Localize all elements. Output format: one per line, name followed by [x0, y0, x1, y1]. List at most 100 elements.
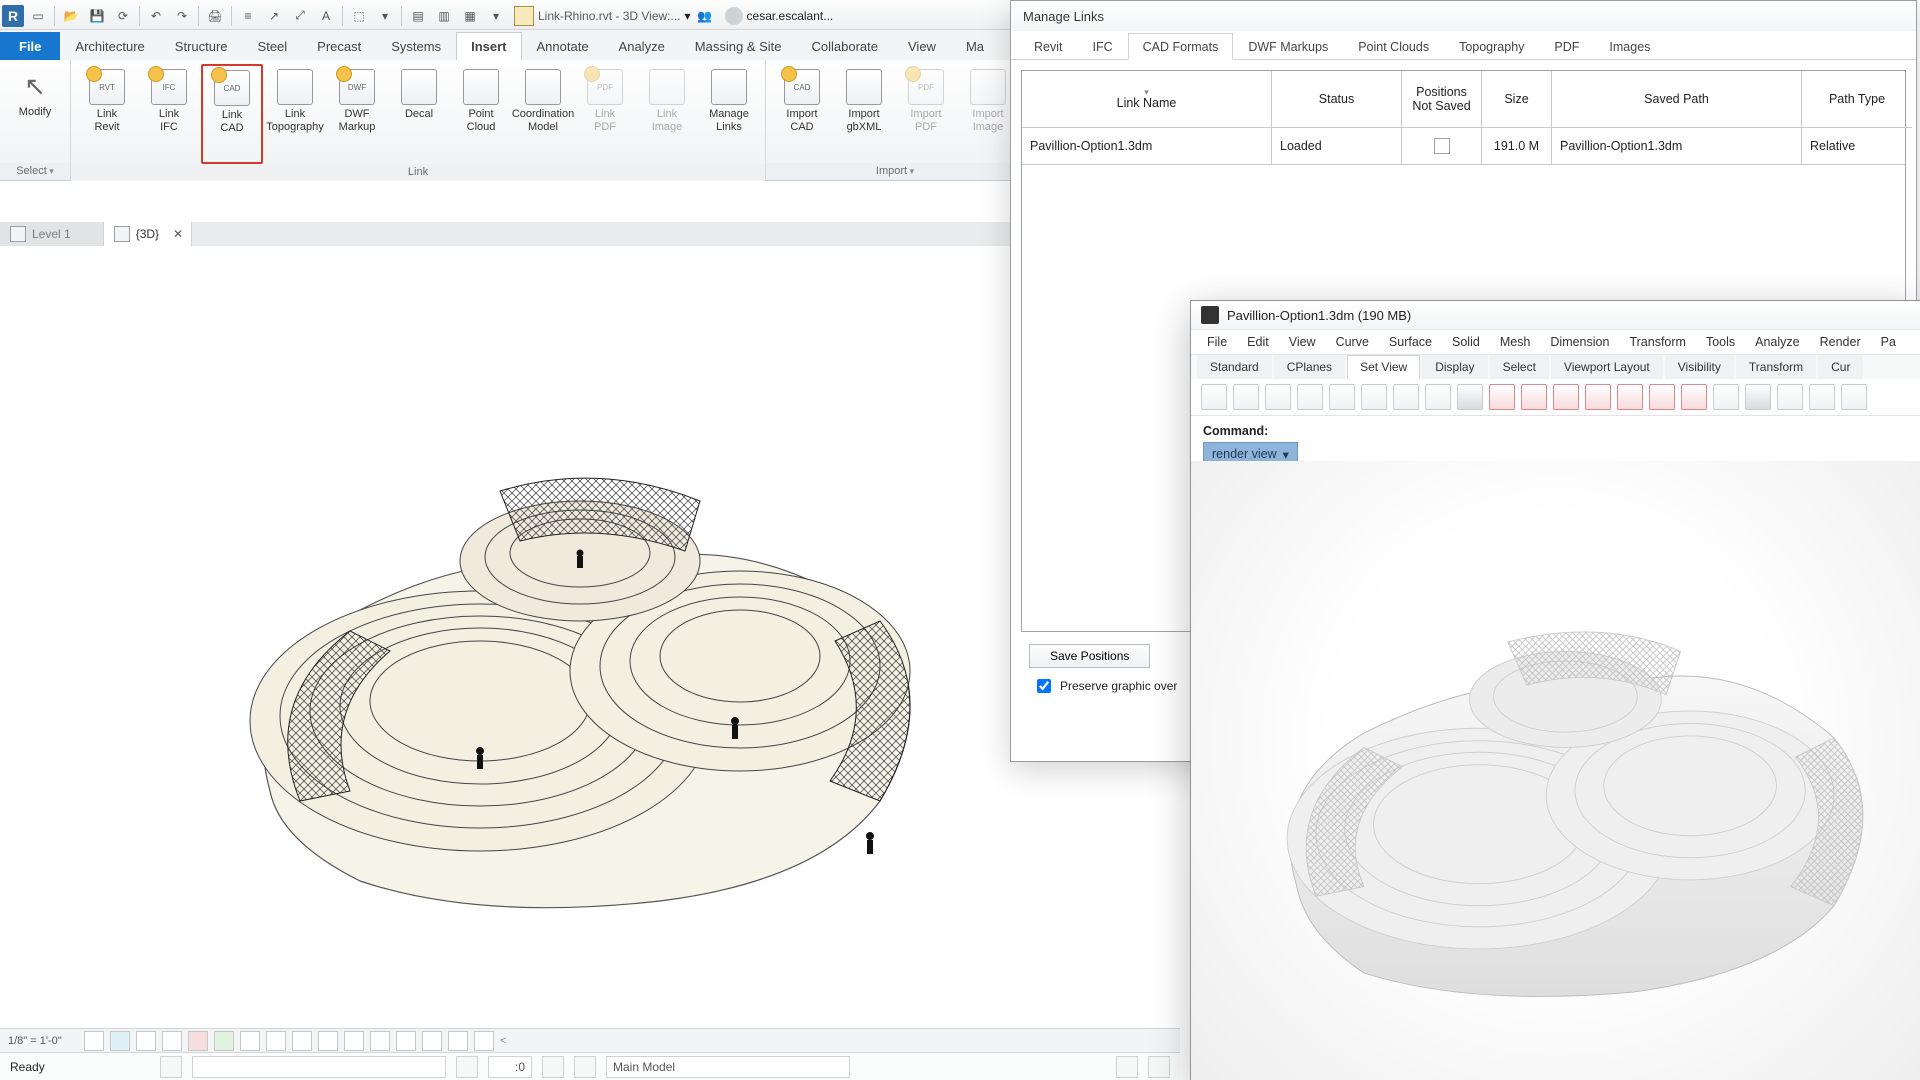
qat-3d-icon[interactable]: ⬚ [347, 4, 371, 28]
set-view-back-icon[interactable] [1649, 384, 1675, 410]
status-editreq-icon[interactable] [456, 1056, 478, 1078]
tab-collaborate[interactable]: Collaborate [797, 32, 894, 60]
link-topo-button[interactable]: LinkTopography [265, 64, 325, 162]
status-designopt-icon[interactable] [574, 1056, 596, 1078]
coord-model-button[interactable]: CoordinationModel [513, 64, 573, 162]
vcb-temp-icon[interactable] [292, 1031, 312, 1051]
zoom-window-icon[interactable] [1297, 384, 1323, 410]
tab-precast[interactable]: Precast [302, 32, 376, 60]
table-row[interactable]: Pavillion-Option1.3dm Loaded 191.0 M Pav… [1022, 128, 1905, 165]
rhino-titlebar[interactable]: Pavillion-Option1.3dm (190 MB) [1191, 301, 1920, 329]
grid-icon[interactable] [1841, 384, 1867, 410]
view-3d-canvas[interactable] [0, 246, 1180, 1016]
menu-surface[interactable]: Surface [1381, 335, 1440, 349]
status-combo-1[interactable] [192, 1056, 446, 1078]
vcb-unhidden-icon[interactable] [266, 1031, 286, 1051]
vcb-clip2-icon[interactable] [422, 1031, 442, 1051]
tbtab-cplanes[interactable]: CPlanes [1274, 355, 1345, 379]
qat-measure-icon[interactable]: ≡ [236, 4, 260, 28]
import-cad-button[interactable]: CADImportCAD [772, 64, 832, 162]
close-tab-icon[interactable]: ✕ [173, 227, 183, 241]
tbtab-display[interactable]: Display [1422, 355, 1487, 379]
ml-tab-topo[interactable]: Topography [1444, 33, 1539, 59]
qat-open-icon[interactable]: 📂 [59, 4, 83, 28]
menu-view[interactable]: View [1281, 335, 1324, 349]
menu-render[interactable]: Render [1812, 335, 1869, 349]
col-path-type[interactable]: Path Type [1802, 71, 1912, 128]
qat-section-icon[interactable]: ▤ [406, 4, 430, 28]
tab-view[interactable]: View [893, 32, 951, 60]
qat-close-icon[interactable]: ▦ [458, 4, 482, 28]
vcb-clip1-icon[interactable] [396, 1031, 416, 1051]
doctab-level1[interactable]: Level 1 [0, 222, 104, 246]
qat-worksharing-icon[interactable]: 👥 [693, 4, 717, 28]
vcb-shadows-icon[interactable] [162, 1031, 182, 1051]
redo-view-icon[interactable] [1425, 384, 1451, 410]
status-main-model[interactable]: Main Model [606, 1056, 850, 1078]
chevron-down-icon[interactable]: ▾ [1283, 447, 1289, 462]
menu-analyze[interactable]: Analyze [1747, 335, 1807, 349]
camera-icon[interactable] [1745, 384, 1771, 410]
rotate-view-icon[interactable] [1233, 384, 1259, 410]
cell-positions[interactable] [1402, 128, 1482, 165]
ml-tab-pdf[interactable]: PDF [1539, 33, 1594, 59]
tab-architecture[interactable]: Architecture [60, 32, 159, 60]
status-sel2-icon[interactable] [1148, 1056, 1170, 1078]
undo-view-icon[interactable] [1393, 384, 1419, 410]
qat-save-icon[interactable]: 💾 [85, 4, 109, 28]
vcb-detail-icon[interactable] [84, 1031, 104, 1051]
zoom-sel-icon[interactable] [1361, 384, 1387, 410]
col-status[interactable]: Status [1272, 71, 1402, 128]
set-view-front-icon[interactable] [1617, 384, 1643, 410]
vcb-cropvis-icon[interactable] [240, 1031, 260, 1051]
qat-align-icon[interactable]: ↗ [262, 4, 286, 28]
document-selector[interactable]: Link-Rhino.rvt - 3D View:... ▾ [514, 6, 691, 26]
pan-icon[interactable] [1201, 384, 1227, 410]
set-view-persp-icon[interactable] [1681, 384, 1707, 410]
link-ifc-button[interactable]: IFCLinkIFC [139, 64, 199, 162]
ml-tab-revit[interactable]: Revit [1019, 33, 1077, 59]
menu-mesh[interactable]: Mesh [1492, 335, 1539, 349]
menu-solid[interactable]: Solid [1444, 335, 1488, 349]
tab-systems[interactable]: Systems [376, 32, 456, 60]
set-view-top-icon[interactable] [1489, 384, 1515, 410]
tab-annotate[interactable]: Annotate [522, 32, 604, 60]
ml-tab-img[interactable]: Images [1594, 33, 1665, 59]
panel-select-title[interactable]: Select [0, 163, 70, 180]
menu-file[interactable]: File [1199, 335, 1235, 349]
doctab-3d[interactable]: {3D} ✕ [104, 222, 192, 246]
col-size[interactable]: Size [1482, 71, 1552, 128]
menu-tools[interactable]: Tools [1698, 335, 1743, 349]
qat-thin-icon[interactable]: ▥ [432, 4, 456, 28]
menu-edit[interactable]: Edit [1239, 335, 1277, 349]
zoom-dynamic-icon[interactable] [1265, 384, 1291, 410]
tab-analyze[interactable]: Analyze [604, 32, 680, 60]
zoom-extents-icon[interactable] [1329, 384, 1355, 410]
rhino-viewport[interactable] [1191, 461, 1920, 1080]
col-positions[interactable]: Positions Not Saved [1402, 71, 1482, 128]
qat-sync-icon[interactable]: ⟳ [111, 4, 135, 28]
turntable-icon[interactable] [1777, 384, 1803, 410]
link-revit-button[interactable]: RVTLinkRevit [77, 64, 137, 162]
panel-import-title[interactable]: Import [766, 163, 1024, 180]
view-scale[interactable]: 1/8" = 1'-0" [8, 1035, 78, 1047]
col-link-name[interactable]: ▾ Link Name [1022, 71, 1272, 128]
vcb-reveal-icon[interactable] [318, 1031, 338, 1051]
set-view-bottom-icon[interactable] [1521, 384, 1547, 410]
vcb-render-icon[interactable] [188, 1031, 208, 1051]
tbtab-setview[interactable]: Set View [1347, 355, 1420, 379]
status-workset-icon[interactable] [160, 1056, 182, 1078]
named-view-icon[interactable] [1713, 384, 1739, 410]
tbtab-visibility[interactable]: Visibility [1665, 355, 1734, 379]
tab-file[interactable]: File [0, 32, 60, 60]
tbtab-curve-cut[interactable]: Cur [1818, 355, 1863, 379]
decal-button[interactable]: Decal [389, 64, 449, 162]
qat-redo-icon[interactable]: ↷ [170, 4, 194, 28]
positions-checkbox[interactable] [1434, 138, 1450, 154]
tab-insert[interactable]: Insert [456, 32, 521, 60]
col-saved-path[interactable]: Saved Path [1552, 71, 1802, 128]
menu-dimension[interactable]: Dimension [1542, 335, 1617, 349]
menu-transform[interactable]: Transform [1621, 335, 1694, 349]
qat-wall-icon[interactable]: ▭ [26, 4, 50, 28]
tbtab-transform[interactable]: Transform [1736, 355, 1816, 379]
